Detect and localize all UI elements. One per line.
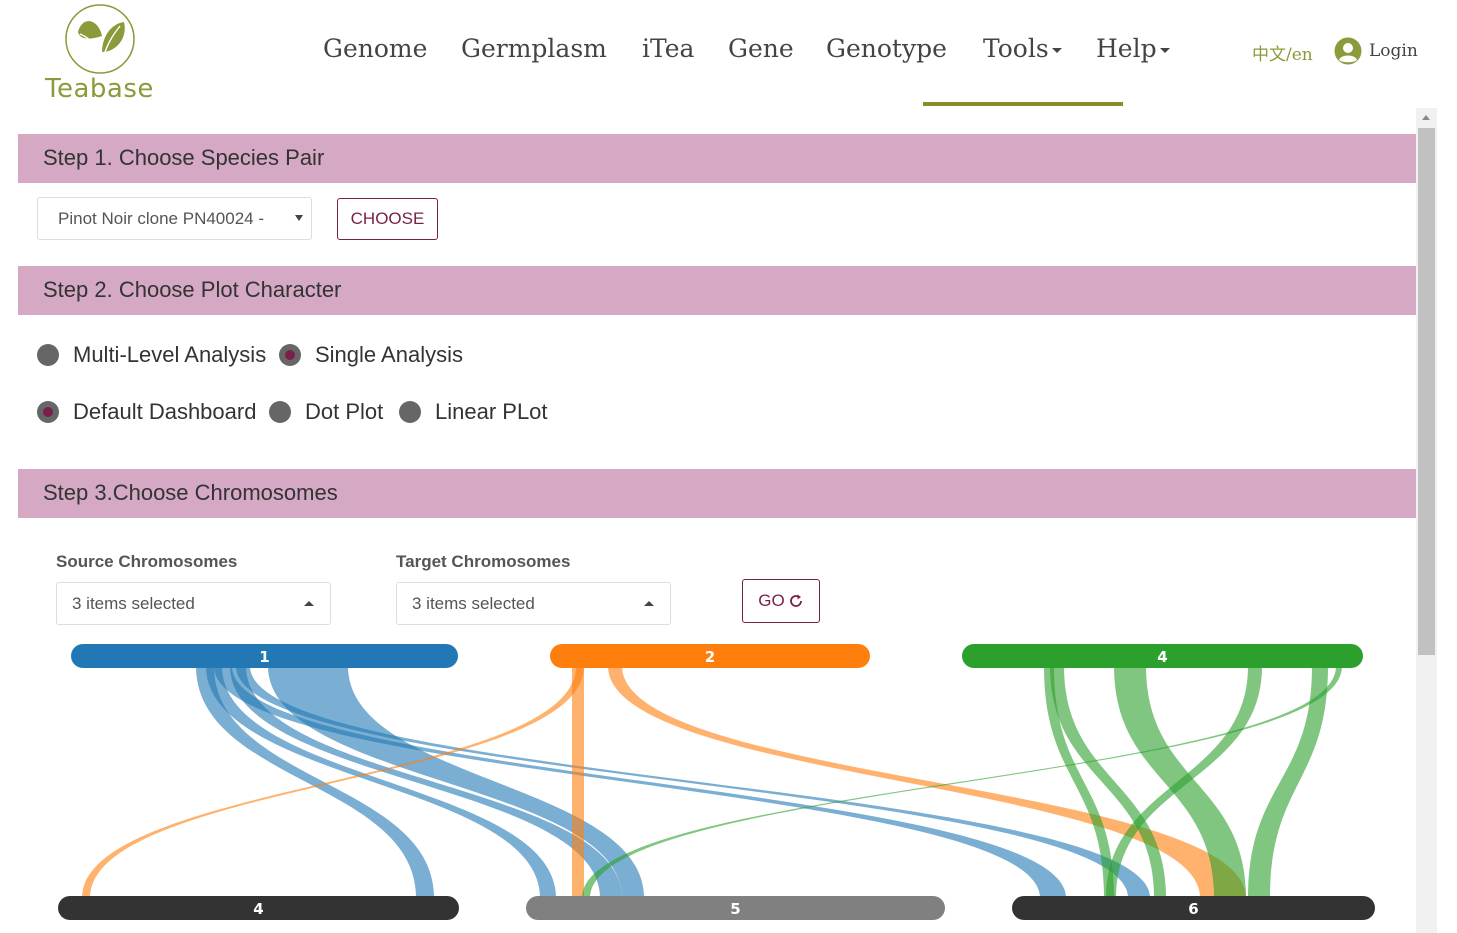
radio-label: Multi-Level Analysis	[73, 342, 267, 367]
source-chromosome-2[interactable]: 2	[550, 644, 870, 668]
target-chromosome-6[interactable]: 6	[1012, 896, 1375, 920]
target-chromosomes-value: 3 items selected	[412, 594, 535, 613]
source-chromosome-label: 1	[259, 648, 269, 666]
radio-button[interactable]	[37, 344, 59, 366]
synteny-plot: 1 2 4 4 5 6	[0, 630, 1416, 933]
synteny-link-2-to-6[interactable]	[608, 666, 1246, 898]
species-pair-value: Pinot Noir clone PN40024 -	[58, 209, 265, 228]
chevron-down-icon	[1159, 48, 1170, 53]
login-button[interactable]: Login	[1334, 37, 1418, 65]
step1-title: Step 1. Choose Species Pair	[43, 145, 325, 170]
target-chromosomes-label: Target Chromosomes	[396, 552, 571, 571]
choose-button[interactable]: CHOOSE	[337, 198, 438, 240]
nav-genome-label: Genome	[323, 34, 428, 63]
nav-genome[interactable]: Genome	[323, 34, 427, 63]
species-pair-select[interactable]: Pinot Noir clone PN40024 -	[37, 197, 312, 240]
step2-title: Step 2. Choose Plot Character	[43, 277, 342, 302]
chevron-down-icon	[1051, 48, 1062, 53]
target-chromosome-label: 4	[253, 900, 263, 918]
site-header: Teabase Genome Germplasm iTea Gene Genot…	[0, 0, 1457, 108]
synteny-links	[82, 666, 1342, 898]
step1-header: Step 1. Choose Species Pair	[18, 134, 1416, 183]
refresh-icon	[789, 594, 802, 607]
radio-label: Single Analysis	[315, 342, 463, 367]
nav-itea-label: iTea	[642, 34, 695, 63]
synteny-link-2-to-5[interactable]	[572, 666, 584, 898]
step2-header: Step 2. Choose Plot Character	[18, 266, 1416, 315]
source-chromosome-1[interactable]: 1	[71, 644, 458, 668]
source-chromosomes-select[interactable]: 3 items selected	[56, 582, 331, 625]
step3-title: Step 3.Choose Chromosomes	[43, 480, 338, 505]
choose-button-label: CHOOSE	[350, 209, 425, 228]
nav-germplasm-label: Germplasm	[461, 34, 607, 63]
scroll-up-arrow-icon[interactable]	[1422, 115, 1430, 120]
radio-multi-level-analysis[interactable]: Multi-Level Analysis	[37, 342, 266, 368]
radio-linear-plot[interactable]: Linear PLot	[399, 399, 548, 425]
source-chromosome-label: 2	[705, 648, 715, 666]
nav-tools[interactable]: Tools	[983, 34, 1062, 63]
brand-name: Teabase	[45, 74, 154, 104]
radio-button[interactable]	[37, 401, 59, 423]
nav-help[interactable]: Help	[1096, 34, 1170, 63]
language-switch[interactable]: 中文/en	[1252, 40, 1313, 65]
radio-default-dashboard[interactable]: Default Dashboard	[37, 399, 256, 425]
go-button[interactable]: GO	[742, 579, 820, 623]
chevron-up-icon	[304, 601, 314, 606]
nav-genotype[interactable]: Genotype	[826, 34, 947, 63]
nav-active-indicator	[923, 102, 1123, 106]
radio-label: Dot Plot	[305, 399, 384, 424]
step3-header: Step 3.Choose Chromosomes	[18, 469, 1416, 518]
target-chromosomes-select[interactable]: 3 items selected	[396, 582, 671, 625]
source-chromosome-label: 4	[1157, 648, 1167, 666]
radio-button[interactable]	[279, 344, 301, 366]
teabase-logo[interactable]: Teabase	[44, 2, 154, 106]
source-chromosome-4[interactable]: 4	[962, 644, 1363, 668]
synteny-link-4-to-6[interactable]	[1248, 666, 1328, 898]
nav-tools-label: Tools	[983, 34, 1049, 63]
login-label: Login	[1369, 41, 1418, 61]
target-chromosome-label: 6	[1188, 900, 1198, 918]
synteny-svg: 1 2 4 4 5 6	[58, 644, 1375, 920]
nav-germplasm[interactable]: Germplasm	[461, 34, 607, 63]
target-chromosome-5[interactable]: 5	[526, 896, 945, 920]
radio-single-analysis[interactable]: Single Analysis	[279, 342, 463, 368]
source-chromosomes-label: Source Chromosomes	[56, 552, 238, 571]
go-button-label: GO	[758, 591, 785, 610]
radio-dot-plot[interactable]: Dot Plot	[269, 399, 383, 425]
nav-genotype-label: Genotype	[826, 34, 947, 63]
radio-button[interactable]	[269, 401, 291, 423]
page-scrollbar[interactable]	[1416, 108, 1437, 933]
nav-help-label: Help	[1096, 34, 1157, 63]
tea-leaf-icon	[65, 4, 135, 74]
nav-itea[interactable]: iTea	[642, 34, 694, 63]
radio-button[interactable]	[399, 401, 421, 423]
user-icon	[1334, 37, 1362, 65]
target-chromosome-4[interactable]: 4	[58, 896, 459, 920]
nav-gene[interactable]: Gene	[728, 34, 794, 63]
source-chromosomes-value: 3 items selected	[72, 594, 195, 613]
scroll-thumb[interactable]	[1418, 128, 1435, 655]
chevron-down-icon	[295, 215, 303, 221]
radio-label: Default Dashboard	[73, 399, 257, 424]
radio-label: Linear PLot	[435, 399, 548, 424]
chevron-up-icon	[644, 601, 654, 606]
target-chromosome-label: 5	[730, 900, 740, 918]
nav-gene-label: Gene	[728, 34, 794, 63]
